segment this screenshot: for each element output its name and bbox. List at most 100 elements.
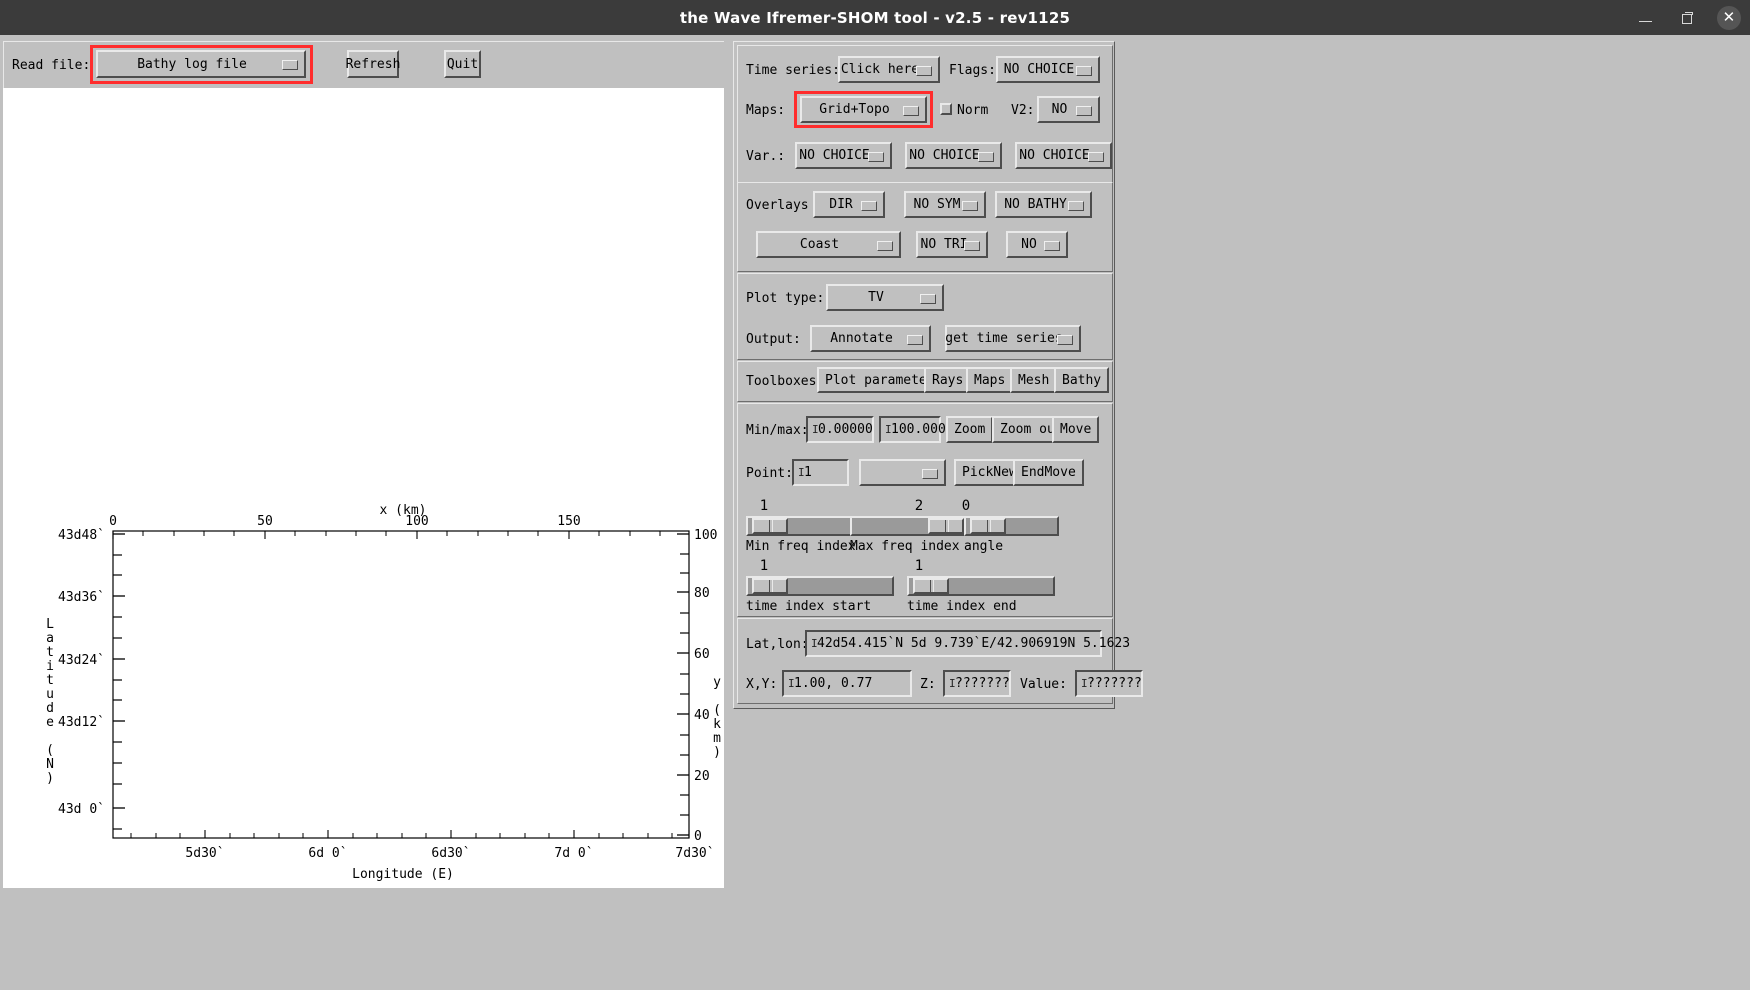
overlays-last-dropdown[interactable]: NO [1006,231,1068,258]
plot-type-label: Plot type: [746,291,825,306]
max-value: 100.000 [891,422,946,437]
minimize-button[interactable] [1624,0,1666,35]
toolbox-mesh-button[interactable]: Mesh [1010,367,1058,393]
zoom-label: Zoom [954,422,986,437]
min-input[interactable]: 0.00000 [806,416,874,443]
latlon-label: Lat,lon: [746,637,809,652]
time-index-start-slider[interactable] [746,576,894,596]
output-label: Output: [746,332,801,347]
chevron-down-icon [907,334,923,345]
plot-canvas[interactable]: 0 50 100 150 x (km) 5d30` 6d 0` 6d30` 7d… [3,88,729,888]
move-label: Move [1060,422,1092,437]
overlays-sym-dropdown[interactable]: NO SYM [904,191,986,218]
slider-thumb[interactable] [928,518,964,534]
move-button[interactable]: Move [1052,416,1100,443]
svg-text:L: L [46,617,54,632]
slider-thumb[interactable] [970,518,1006,534]
maximize-button[interactable] [1666,0,1708,35]
zoom-button[interactable]: Zoom [946,416,994,443]
max-input[interactable]: 100.000 [879,416,946,443]
toolbox-label: Maps [974,372,1006,388]
angle-value: 0 [961,498,971,514]
svg-text:Longitude (E): Longitude (E) [352,867,454,882]
var3-value: NO CHOICE [1019,148,1090,163]
point-label: Point: [746,466,793,481]
var2-value: NO CHOICE [909,148,980,163]
time-index-end-label: time index end [907,599,1017,614]
xy-input[interactable]: 1.00, 0.77 [782,670,912,697]
svg-text:0: 0 [109,514,117,529]
angle-slider[interactable] [964,516,1059,536]
slider-thumb[interactable] [752,518,788,534]
flags-dropdown[interactable]: NO CHOICE [996,56,1100,83]
time-series-label: Time series: [746,63,840,78]
selectors-group: Time series: Click here Flags: NO CHOICE… [737,45,1113,183]
chevron-down-icon [1076,65,1092,76]
time-index-end-slider[interactable] [907,576,1055,596]
svg-text:6d 0`: 6d 0` [308,846,347,861]
read-file-label: Read file: [12,58,91,73]
maps-dropdown[interactable]: Grid+Topo [800,96,927,123]
latlon-value: 42d54.415`N 5d 9.739`E/42.906919N 5.1623 [817,636,1131,651]
svg-text:k: k [713,717,721,732]
plot-type-dropdown[interactable]: TV [826,284,944,311]
close-button[interactable]: ✕ [1708,0,1750,35]
svg-text:a: a [46,631,54,646]
plot-type-value: TV [868,290,884,305]
overlays-bathy-value: NO BATHY [1004,197,1067,212]
var1-dropdown[interactable]: NO CHOICE [795,142,892,169]
norm-checkbox[interactable] [940,103,952,115]
output-value: Annotate [830,331,893,346]
time-index-end-value: 1 [914,558,924,574]
chevron-down-icon [282,60,298,70]
toolbox-bathy-button[interactable]: Bathy [1054,367,1110,393]
value-input[interactable]: ??????? [1075,670,1143,697]
chevron-down-icon [962,200,978,211]
time-series-dropdown[interactable]: Click here [838,56,940,83]
var1-value: NO CHOICE [799,148,870,163]
time-series-value: Click here [840,62,920,77]
quit-button[interactable]: Quit [444,50,481,78]
chevron-down-icon [978,151,994,162]
overlays-dir-dropdown[interactable]: DIR [813,191,885,218]
svg-text:): ) [46,771,54,786]
chevron-down-icon [1044,240,1060,251]
overlays-coast-value: Coast [799,237,840,252]
z-input[interactable]: ??????? [943,670,1011,697]
svg-text:60: 60 [694,647,710,662]
v2-value: NO [1051,102,1068,117]
minmax-label: Min/max: [746,423,809,438]
svg-text:43d36`: 43d36` [58,590,105,605]
toolboxes-label: Toolboxes: [746,374,825,389]
right-control-column: Time series: Click here Flags: NO CHOICE… [733,41,1143,709]
minmax-point-sliders-group: Min/max: 0.00000 100.000 Zoom Zoom out M… [737,403,1113,617]
overlays-bathy-dropdown[interactable]: NO BATHY [995,191,1092,218]
chevron-down-icon [1057,334,1073,345]
var3-dropdown[interactable]: NO CHOICE [1015,142,1112,169]
toolbox-rays-button[interactable]: Rays [924,367,972,393]
point-dropdown[interactable] [859,459,946,486]
point-input[interactable]: 1 [792,459,849,486]
output-dropdown[interactable]: Annotate [810,325,931,352]
window-titlebar: the Wave Ifremer-SHOM tool - v2.5 - rev1… [0,0,1750,35]
var2-dropdown[interactable]: NO CHOICE [905,142,1002,169]
latlon-input[interactable]: 42d54.415`N 5d 9.739`E/42.906919N 5.1623 [805,630,1130,657]
toolbox-maps-button[interactable]: Maps [966,367,1014,393]
maps-value: Grid+Topo [819,102,890,117]
svg-text:43d48`: 43d48` [58,528,105,543]
overlays-coast-dropdown[interactable]: Coast [756,231,901,258]
svg-text:m: m [713,731,721,746]
overlays-tri-dropdown[interactable]: NO TRI [916,231,988,258]
time-index-start-value: 1 [759,558,769,574]
toolbox-label: Rays [932,372,964,388]
v2-dropdown[interactable]: NO [1037,96,1100,123]
xy-value: 1.00, 0.77 [794,676,873,691]
get-time-series-dropdown[interactable]: get time series [945,325,1081,352]
flags-value: NO CHOICE [1003,62,1075,77]
refresh-button[interactable]: Refresh [346,50,400,78]
var-label: Var.: [746,149,786,164]
endmove-button[interactable]: EndMove [1013,459,1084,486]
slider-thumb[interactable] [913,578,949,594]
slider-thumb[interactable] [752,578,788,594]
read-file-dropdown[interactable]: Bathy log file [96,50,306,78]
